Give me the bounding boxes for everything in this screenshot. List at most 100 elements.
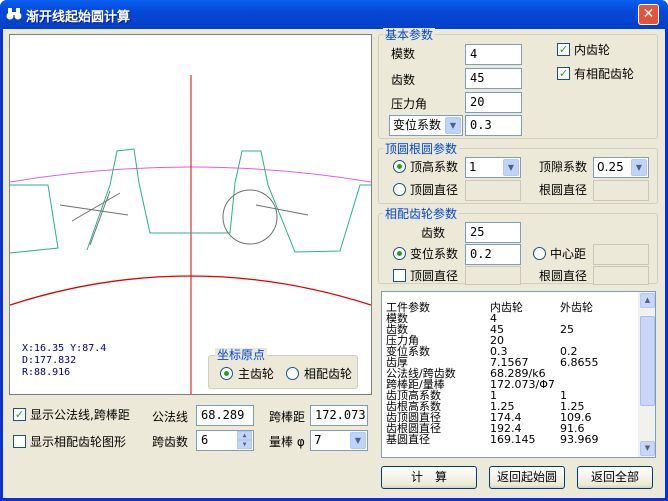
tip-diameter-input[interactable]	[465, 180, 521, 201]
basic-params-title: 基本参数	[383, 28, 436, 42]
binoculars-icon	[6, 7, 22, 21]
addendum-coef-combo[interactable]: 1 ▼	[465, 157, 521, 178]
mating-shift-input[interactable]: 0.2	[465, 244, 521, 265]
origin-group: 坐标原点 主齿轮 相配齿轮	[208, 348, 358, 389]
return-all-button[interactable]: 返回全部	[577, 466, 653, 489]
mating-gear-title: 相配齿轮参数	[383, 207, 460, 221]
span-distance-input[interactable]: 172.073	[310, 405, 368, 426]
normal-line-guide-3	[89, 190, 111, 246]
span-teeth-stepper[interactable]: 6 ▲ ▼	[196, 430, 254, 451]
mating-tip-input[interactable]	[465, 266, 521, 285]
mating-shift-label: 变位系数	[410, 247, 459, 261]
span-distance-label: 跨棒距	[269, 410, 306, 424]
return-start-circle-button[interactable]: 返回起始圆	[489, 466, 565, 489]
origin-group-title: 坐标原点	[215, 348, 268, 362]
has-mating-checkbox[interactable]: ✓	[557, 67, 570, 80]
basic-params-group: 基本参数 模数 4 齿数 45 压力角 20 变位系数 ▼ 0.3 ✓ 内齿轮 …	[378, 28, 658, 139]
shift-input[interactable]: 0.3	[465, 115, 522, 136]
scroll-up-icon[interactable]: ▲	[640, 293, 655, 308]
mating-teeth-label: 齿数	[421, 226, 446, 240]
table-cell: 6.8655	[560, 356, 599, 369]
show-normal-checkbox[interactable]: ✓	[13, 408, 26, 421]
spin-up-icon[interactable]: ▲	[237, 431, 252, 440]
coord-diameter: D:177.832	[22, 355, 77, 366]
close-icon: ✕	[642, 6, 655, 22]
has-mating-label: 有相配齿轮	[574, 67, 635, 81]
clearance-combo[interactable]: 0.25 ▼	[593, 157, 649, 178]
main-gear-label: 主齿轮	[238, 367, 275, 381]
radio-addendum-coef[interactable]	[393, 160, 406, 173]
tip-diameter-label: 顶圆直径	[410, 183, 459, 197]
normal-line-guide	[59, 204, 129, 216]
scroll-thumb[interactable]	[640, 316, 655, 406]
normal-length-input[interactable]: 68.289	[196, 405, 254, 426]
mating-tip-label: 顶圆直径	[410, 269, 459, 283]
shift-type-combo[interactable]: 变位系数 ▼	[389, 115, 463, 136]
coord-xy: X:16.35 Y:87.4	[22, 343, 107, 354]
tip-root-title: 顶圆根圆参数	[383, 142, 460, 156]
chevron-down-icon[interactable]: ▼	[503, 159, 519, 176]
scroll-down-icon[interactable]: ▼	[640, 441, 655, 456]
calculate-button[interactable]: 计 算	[381, 466, 477, 489]
pin-guide	[255, 204, 309, 216]
root-diameter-input[interactable]	[593, 180, 649, 201]
teeth-input[interactable]: 45	[465, 68, 522, 89]
span-teeth-value: 6	[201, 433, 209, 447]
shift-type-value: 变位系数	[393, 118, 442, 132]
center-distance-label: 中心距	[550, 247, 587, 261]
table-cell: 169.145	[490, 433, 536, 446]
pressure-angle-label: 压力角	[391, 97, 428, 111]
root-diameter-label: 根圆直径	[539, 183, 588, 197]
results-list[interactable]: 工件参数 内齿轮 外齿轮 模数 4 齿数 45 25 压力角 20 变位系数 0.3 0.2 齿厚 7…	[381, 291, 656, 458]
internal-gear-checkbox[interactable]: ✓	[557, 43, 570, 56]
mating-root-input[interactable]	[593, 266, 649, 285]
spin-down-icon[interactable]: ▼	[237, 440, 252, 449]
chevron-down-icon[interactable]: ▼	[631, 159, 647, 176]
normal-length-label: 公法线	[152, 410, 189, 424]
mating-tip-checkbox[interactable]	[393, 269, 406, 282]
chevron-down-icon[interactable]: ▼	[445, 117, 461, 134]
span-teeth-label: 跨齿数	[152, 435, 189, 449]
radio-mating-gear[interactable]	[286, 367, 299, 380]
client-area: X:16.35 Y:87.4 D:177.832 R:88.916 坐标原点 主…	[3, 28, 665, 498]
addendum-coef-label: 顶高系数	[410, 160, 459, 174]
addendum-coef-value: 1	[469, 160, 477, 174]
mating-gear-label: 相配齿轮	[304, 367, 353, 381]
radio-mating-shift[interactable]	[393, 247, 406, 260]
mating-teeth-input[interactable]: 25	[465, 222, 521, 243]
mating-root-label: 根圆直径	[539, 269, 588, 283]
internal-gear-label: 内齿轮	[574, 43, 611, 57]
title-bar[interactable]: 渐开线起始圆计算 ✕	[0, 0, 668, 29]
clearance-label: 顶隙系数	[539, 160, 588, 174]
pin-diameter-label: 量棒 φ	[269, 435, 305, 449]
table-cell: 25	[560, 323, 574, 336]
teeth-label: 齿数	[391, 73, 416, 87]
center-distance-input[interactable]	[593, 244, 649, 265]
gear-canvas[interactable]: X:16.35 Y:87.4 D:177.832 R:88.916 坐标原点 主…	[9, 34, 372, 395]
gear-drawing	[9, 75, 372, 394]
app-window: 渐开线起始圆计算 ✕ X:16.35 Y:87.4 D:177.832 R:88…	[0, 0, 668, 501]
normal-line-guide-2	[71, 192, 121, 222]
table-cell: 172.073/Φ7	[490, 378, 555, 391]
module-label: 模数	[391, 47, 416, 61]
coord-radius: R:88.916	[22, 367, 71, 378]
table-cell: 93.969	[560, 433, 599, 446]
chevron-down-icon[interactable]: ▼	[350, 432, 366, 449]
table-cell: 基圆直径	[386, 433, 430, 446]
radio-tip-diameter[interactable]	[393, 183, 406, 196]
mating-gear-group: 相配齿轮参数 齿数 25 变位系数 0.2 中心距 顶圆直径 根圆直径	[378, 207, 658, 285]
radio-main-gear[interactable]	[220, 367, 233, 380]
window-title: 渐开线起始圆计算	[26, 10, 131, 25]
pin-diameter-combo[interactable]: 7 ▼	[310, 430, 368, 451]
show-mating-label: 显示相配齿轮图形	[30, 435, 127, 449]
module-input[interactable]: 4	[465, 44, 522, 65]
pin-diameter-value: 7	[314, 433, 322, 447]
results-scrollbar[interactable]: ▲ ▼	[638, 292, 655, 457]
show-mating-checkbox[interactable]	[13, 435, 26, 448]
tip-root-group: 顶圆根圆参数 顶高系数 1 ▼ 顶隙系数 0.25 ▼ 顶圆直径 根圆直径	[378, 142, 658, 204]
tooth-profile-left	[9, 184, 59, 254]
close-button[interactable]: ✕	[638, 4, 659, 25]
show-normal-label: 显示公法线,跨棒距	[30, 408, 130, 422]
radio-center-distance[interactable]	[533, 247, 546, 260]
pressure-angle-input[interactable]: 20	[465, 92, 522, 113]
